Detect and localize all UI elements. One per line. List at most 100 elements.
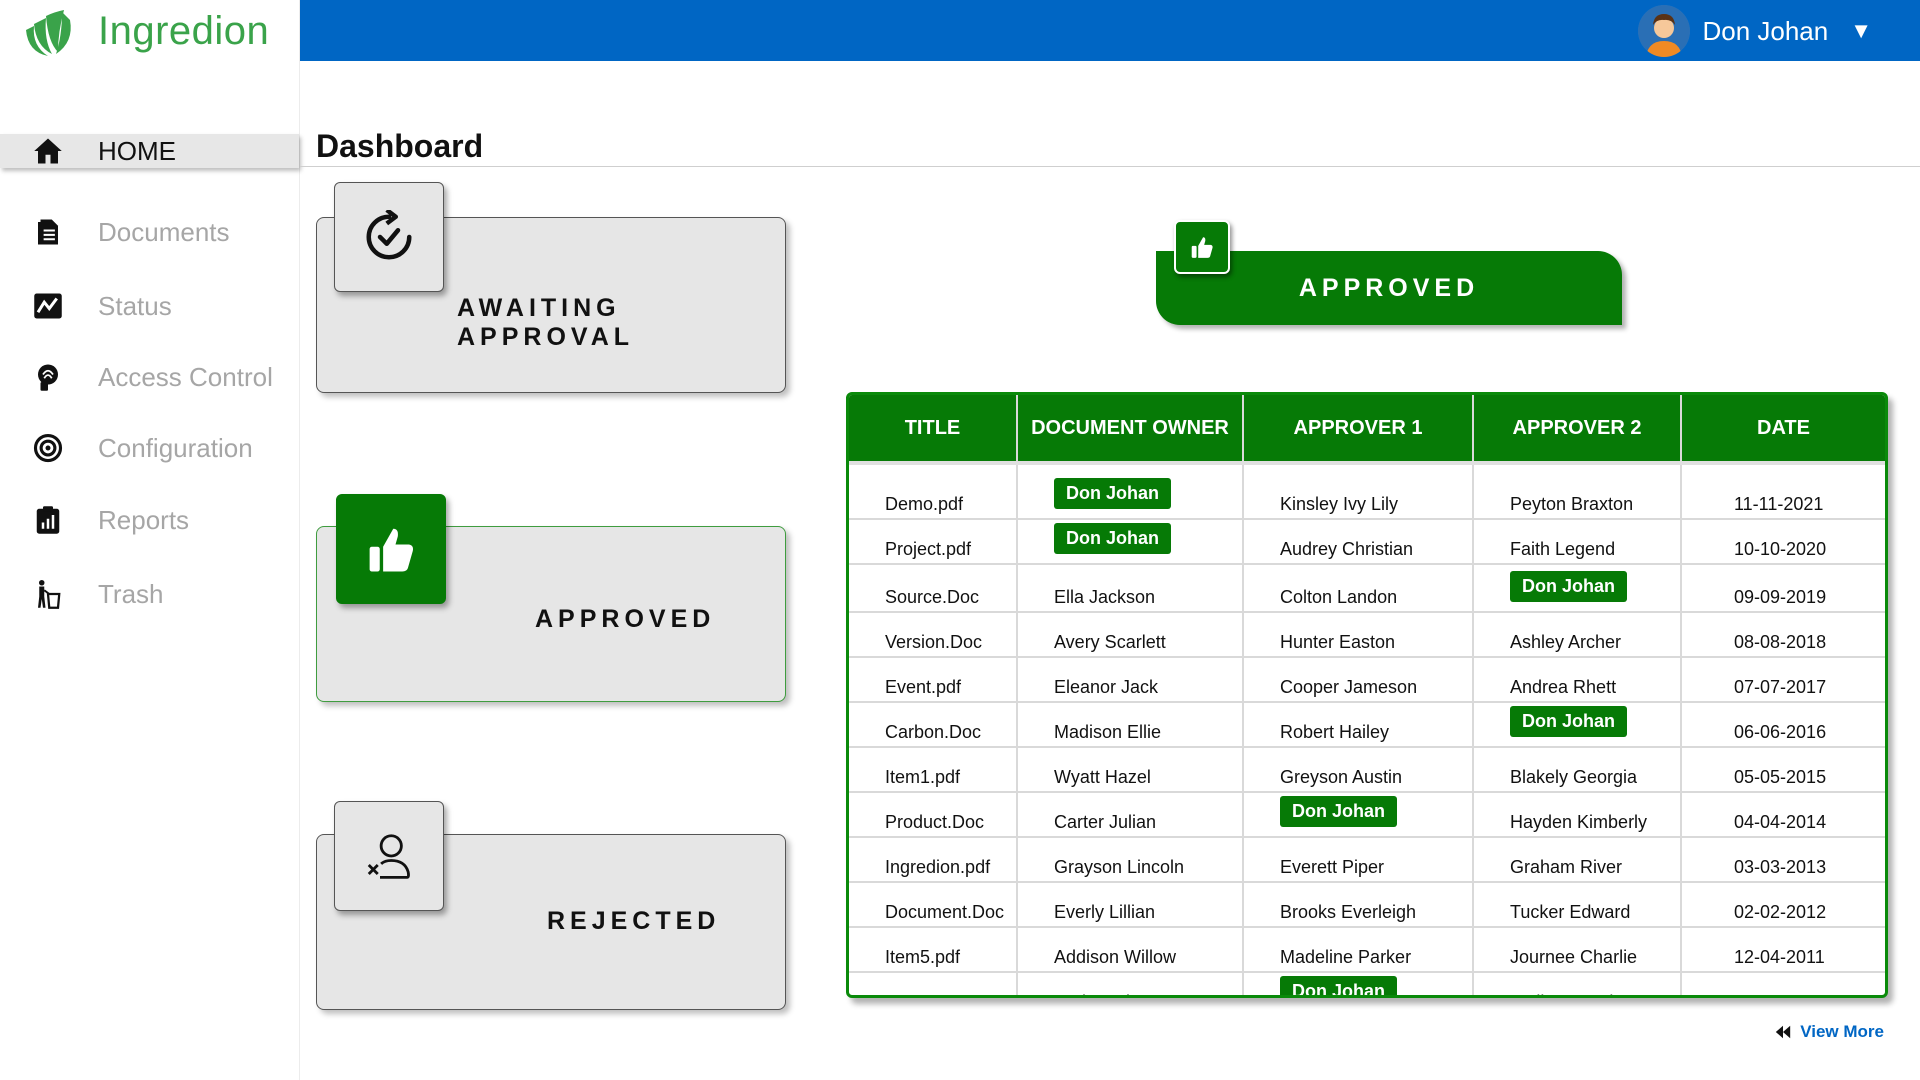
table-cell: Addison Willow: [1017, 927, 1244, 973]
card-label: AWAITING APPROVAL: [457, 294, 635, 351]
column-header-approver-1[interactable]: APPROVER 1: [1243, 395, 1474, 465]
app-name: Ingredion: [98, 8, 270, 53]
table-cell: Version.Doc: [849, 612, 1018, 658]
configuration-icon: [32, 432, 64, 464]
rewind-icon: [1776, 1025, 1791, 1039]
table-cell: Wyatt Hazel: [1017, 747, 1244, 793]
table-row[interactable]: Carbon.Doc Madison Ellie Robert Hailey Don …: [849, 702, 1885, 748]
table-cell: Everett Piper: [1243, 837, 1474, 883]
table-cell: Avery Scarlett: [1017, 612, 1244, 658]
table-cell: Product.Doc: [849, 792, 1018, 838]
column-header-date[interactable]: DATE: [1681, 395, 1885, 465]
sidebar-item-label: Configuration: [98, 432, 253, 463]
sidebar-item-reports[interactable]: Reports: [0, 500, 299, 540]
thumbs-up-icon: [336, 494, 446, 604]
table-row[interactable]: Demo.pdf Don Johan Kinsley Ivy Lily Peyton …: [849, 463, 1885, 520]
sidebar-item-label: Trash: [98, 578, 164, 609]
view-more-link[interactable]: View More: [1774, 1022, 1884, 1042]
table-cell: Eleanor Jack: [1017, 657, 1244, 703]
table-row[interactable]: Item5.pdf Addison Willow Madeline Parker Jo…: [849, 927, 1885, 973]
table-row[interactable]: Document.Doc Everly Lillian Brooks Everlei…: [849, 882, 1885, 928]
table-row[interactable]: Item6.DocJacks Aubrey Don Johan Walker Gra…: [849, 972, 1885, 995]
column-header-title[interactable]: TITLE: [849, 395, 1018, 465]
sidebar-item-documents[interactable]: Documents: [0, 212, 299, 252]
table-cell: Hunter Easton: [1243, 612, 1474, 658]
table-body: Demo.pdf Don Johan Kinsley Ivy Lily Peyton …: [849, 463, 1885, 995]
app-logo[interactable]: Ingredion: [18, 2, 269, 60]
table-cell: Don Johan: [1017, 519, 1244, 565]
table-cell: 03-03-2013: [1681, 837, 1885, 883]
chevron-down-icon[interactable]: ▼: [1850, 18, 1872, 44]
table-cell: Kinsley Ivy Lily: [1243, 463, 1474, 520]
user-avatar[interactable]: [1638, 5, 1691, 57]
sidebar-item-status[interactable]: Status: [0, 286, 299, 326]
user-chip[interactable]: Don Johan: [1510, 571, 1627, 602]
table-cell: Project.pdf: [849, 519, 1018, 565]
approved-documents-table: TITLE DOCUMENT OWNER APPROVER 1 APPROVER…: [846, 392, 1888, 998]
table-cell: Event.pdf: [849, 657, 1018, 703]
reports-icon: [32, 504, 64, 536]
sidebar-item-trash[interactable]: Trash: [0, 574, 299, 614]
sidebar-item-home[interactable]: HOME: [0, 134, 299, 168]
banner-label: APPROVED: [1298, 274, 1480, 302]
table-cell: 05-05-2015: [1681, 747, 1885, 793]
table-cell: Don Johan: [1473, 564, 1682, 613]
table-cell: Colton Landon: [1243, 564, 1474, 613]
user-name[interactable]: Don Johan: [1702, 16, 1828, 47]
table-cell: 07-07-2017: [1681, 657, 1885, 703]
access-control-icon: [32, 361, 64, 393]
table-cell: 02-02-2012: [1681, 882, 1885, 928]
table-cell: 10-10-2020: [1681, 519, 1885, 565]
table-cell: Item6.Doc: [849, 972, 1018, 995]
documents-icon: [32, 216, 64, 248]
table-cell: Blakely Georgia: [1473, 747, 1682, 793]
table-cell: Item5.pdf: [849, 927, 1018, 973]
sidebar: Ingredion HOME Documents Status Access C…: [0, 0, 300, 1080]
table-cell: Carbon.Doc: [849, 702, 1018, 748]
view-more-label[interactable]: View More: [1800, 1022, 1884, 1042]
sidebar-item-configuration[interactable]: Configuration: [0, 428, 299, 468]
table-cell: Peyton Braxton: [1473, 463, 1682, 520]
user-chip[interactable]: Don Johan: [1054, 523, 1171, 554]
table-cell: Journee Charlie: [1473, 927, 1682, 973]
leaf-logo-icon: [26, 10, 71, 56]
table-row[interactable]: Version.Doc Avery Scarlett Hunter Easton As…: [849, 612, 1885, 658]
table-row[interactable]: Project.pdf Don Johan Audrey Christian Fait…: [849, 519, 1885, 565]
table-header-row: TITLE DOCUMENT OWNER APPROVER 1 APPROVER…: [849, 395, 1885, 465]
home-icon: [32, 135, 64, 167]
user-chip[interactable]: Don Johan: [1054, 478, 1171, 509]
column-header-document-owner[interactable]: DOCUMENT OWNER: [1017, 395, 1244, 465]
table-row[interactable]: Item1.pdf Wyatt Hazel Greyson Austin Blakel…: [849, 747, 1885, 793]
user-menu[interactable]: Don Johan ▼: [1638, 5, 1872, 57]
title-divider: [300, 166, 1920, 167]
table-cell: 08-08-2018: [1681, 612, 1885, 658]
status-icon: [32, 290, 64, 322]
user-reject-icon: [334, 801, 444, 911]
user-chip[interactable]: Don Johan: [1280, 796, 1397, 827]
column-header-approver-2[interactable]: APPROVER 2: [1473, 395, 1682, 465]
user-chip[interactable]: Don Johan: [1280, 976, 1397, 995]
table-cell: Don Johan: [1243, 792, 1474, 838]
table-cell: Ella Jackson: [1017, 564, 1244, 613]
table-row[interactable]: Ingredion.pdf Grayson Lincoln Everett Pipe…: [849, 837, 1885, 883]
table-cell: 09-09-2019: [1681, 564, 1885, 613]
table-cell: Faith Legend: [1473, 519, 1682, 565]
sidebar-item-access-control[interactable]: Access Control: [0, 357, 299, 397]
table-cell: 10-02-2000: [1681, 972, 1885, 995]
table-cell: Don Johan: [1243, 972, 1474, 995]
table-cell: Brooks Everleigh: [1243, 882, 1474, 928]
table-cell: Greyson Austin: [1243, 747, 1474, 793]
table-cell: Grayson Lincoln: [1017, 837, 1244, 883]
table-cell: Hayden Kimberly: [1473, 792, 1682, 838]
table-cell: Document.Doc: [849, 882, 1018, 928]
table-cell: Don Johan: [1473, 702, 1682, 748]
table-cell: Walker Gracie: [1473, 972, 1682, 995]
table-row[interactable]: Product.Doc Carter Julian Don Johan Hayden …: [849, 792, 1885, 838]
table-row[interactable]: Event.pdf Eleanor Jack Cooper Jameson Andre…: [849, 657, 1885, 703]
table-cell: Andrea Rhett: [1473, 657, 1682, 703]
table-cell: Ashley Archer: [1473, 612, 1682, 658]
user-chip[interactable]: Don Johan: [1510, 706, 1627, 737]
table-cell: Madeline Parker: [1243, 927, 1474, 973]
table-row[interactable]: Source.Doc Ella Jackson Colton Landon Don J…: [849, 564, 1885, 613]
sidebar-item-label: Reports: [98, 504, 190, 535]
